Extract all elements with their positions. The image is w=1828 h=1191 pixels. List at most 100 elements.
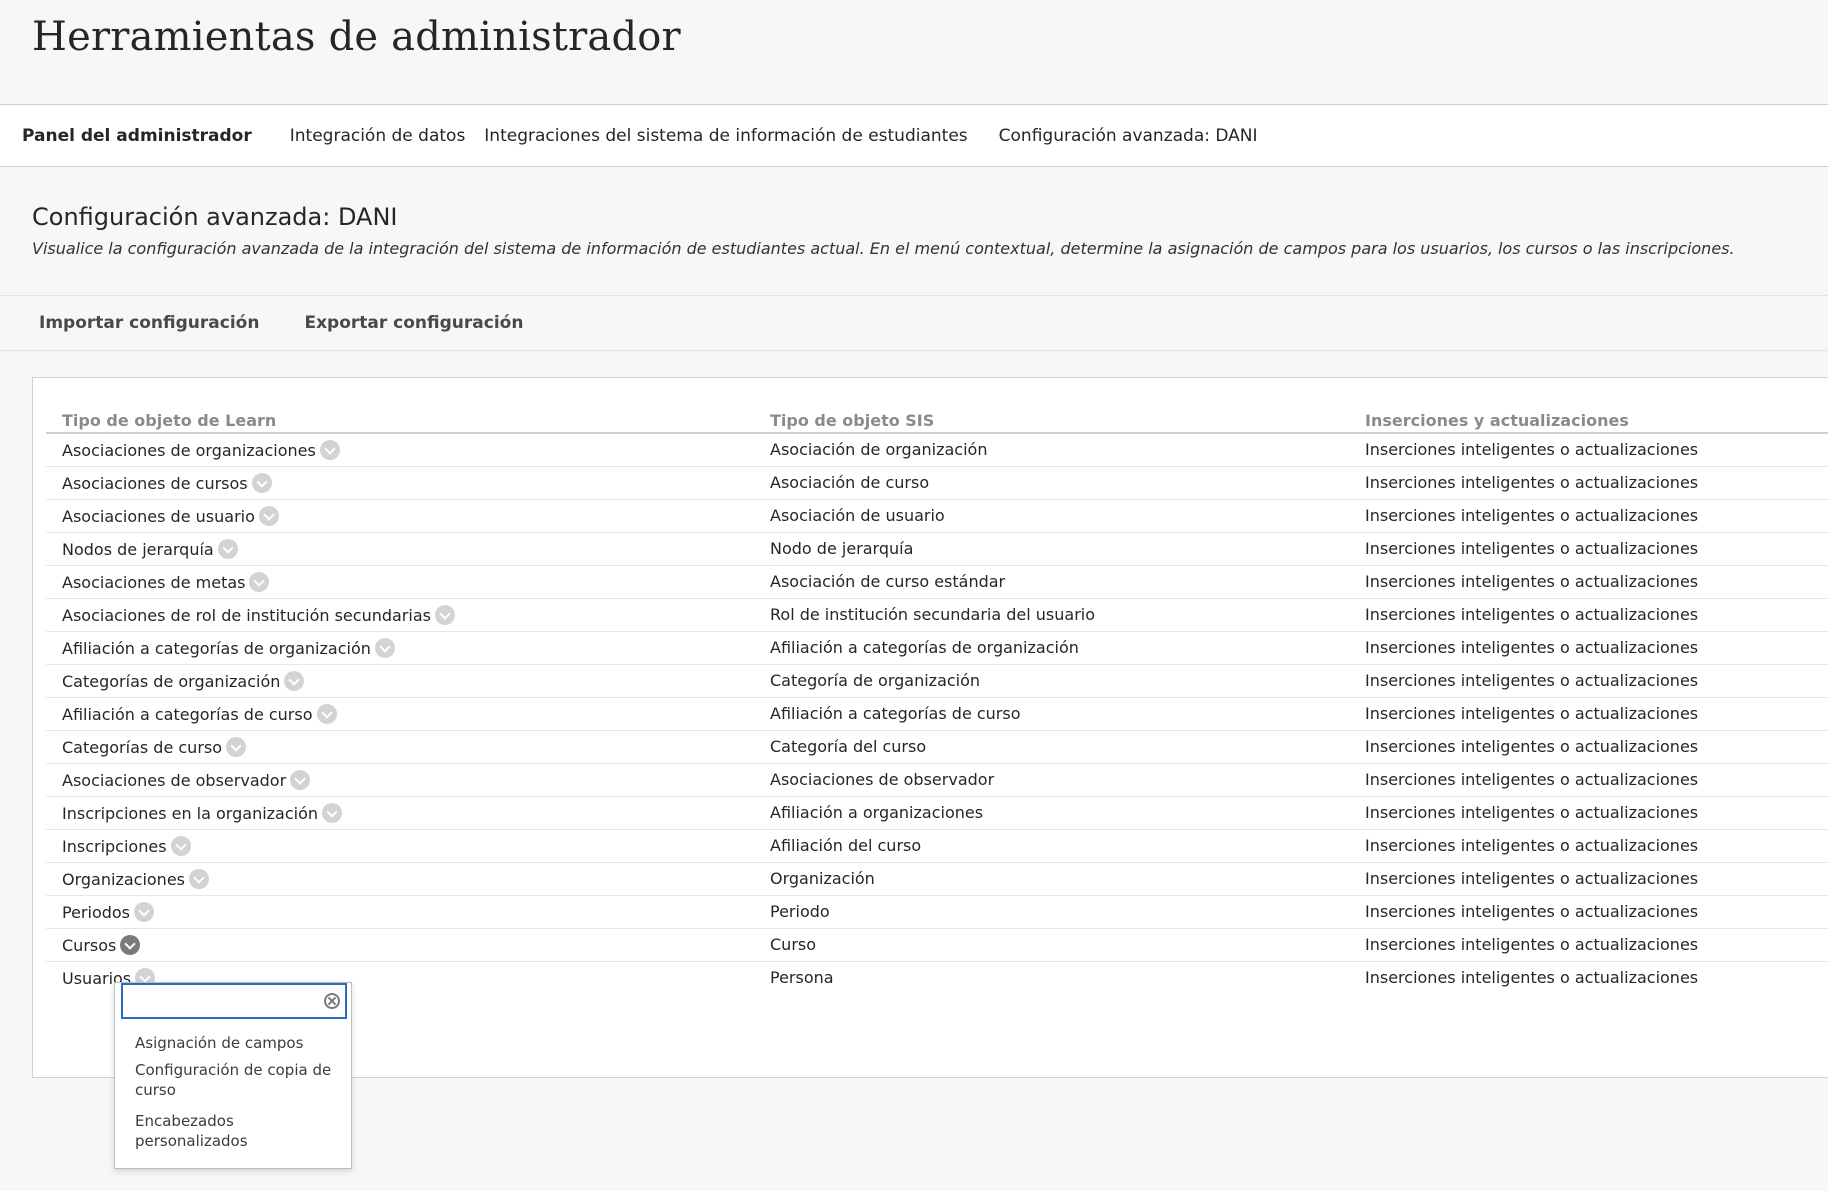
learn-object-label: Categorías de curso bbox=[62, 737, 223, 757]
learn-object-label: Inscripciones bbox=[62, 836, 167, 856]
menu-search-input[interactable] bbox=[123, 985, 313, 1017]
chevron-down-icon[interactable] bbox=[217, 538, 238, 559]
cell-sis-object-type: Asociación de curso estándar bbox=[754, 565, 1349, 599]
learn-object-label: Categorías de organización bbox=[62, 671, 281, 691]
cell-sis-object-type: Afiliación del curso bbox=[754, 829, 1349, 863]
breadcrumb-data-integration[interactable]: Integración de datos bbox=[290, 126, 466, 146]
cell-learn-object-type: Cursos bbox=[46, 928, 754, 962]
context-menu: Asignación de campos Configuración de co… bbox=[114, 982, 352, 1169]
cell-sis-object-type: Rol de institución secundaria del usuari… bbox=[754, 598, 1349, 632]
cell-sis-object-type: Afiliación a categorías de curso bbox=[754, 697, 1349, 731]
cell-sis-object-type: Afiliación a categorías de organización bbox=[754, 631, 1349, 665]
cell-sis-object-type: Categoría de organización bbox=[754, 664, 1349, 698]
header-learn-object-type[interactable]: Tipo de objeto de Learn bbox=[46, 407, 754, 434]
learn-object-label: Asociaciones de metas bbox=[62, 572, 246, 592]
cell-inserts-updates: Inserciones inteligentes o actualizacion… bbox=[1349, 499, 1828, 533]
cell-sis-object-type: Organización bbox=[754, 862, 1349, 896]
learn-object-label: Asociaciones de cursos bbox=[62, 473, 248, 493]
table-row: Nodos de jerarquía Nodo de jerarquía Inser… bbox=[46, 532, 1828, 566]
cell-sis-object-type: Curso bbox=[754, 928, 1349, 962]
object-types-table: Tipo de objeto de Learn Tipo de objeto S… bbox=[46, 407, 1828, 994]
cell-sis-object-type: Asociación de organización bbox=[754, 433, 1349, 467]
cell-sis-object-type: Periodo bbox=[754, 895, 1349, 929]
import-config-button[interactable]: Importar configuración bbox=[39, 313, 259, 333]
table-row: Categorías de organización Categoría de o… bbox=[46, 664, 1828, 698]
menu-item-custom-headers[interactable]: Encabezados personalizados bbox=[135, 1111, 275, 1151]
breadcrumb-sis-integrations[interactable]: Integraciones del sistema de información… bbox=[484, 126, 967, 146]
table-row: Asociaciones de metas Asociación de curso… bbox=[46, 565, 1828, 599]
action-toolbar: Importar configuración Exportar configur… bbox=[0, 296, 1828, 351]
cell-sis-object-type: Categoría del curso bbox=[754, 730, 1349, 764]
chevron-down-icon[interactable] bbox=[434, 604, 455, 625]
cell-inserts-updates: Inserciones inteligentes o actualizacion… bbox=[1349, 862, 1828, 896]
cell-learn-object-type: Periodos bbox=[46, 895, 754, 929]
chevron-down-icon[interactable] bbox=[319, 439, 340, 460]
page-description: Visualice la configuración avanzada de l… bbox=[32, 239, 1735, 258]
table-row: Periodos Periodo Inserciones inteligentes … bbox=[46, 895, 1828, 929]
cell-inserts-updates: Inserciones inteligentes o actualizacion… bbox=[1349, 928, 1828, 962]
breadcrumb-admin-panel[interactable]: Panel del administrador bbox=[22, 126, 252, 146]
cell-inserts-updates: Inserciones inteligentes o actualizacion… bbox=[1365, 968, 1699, 988]
cell-inserts-updates: Inserciones inteligentes o actualizacion… bbox=[1349, 598, 1828, 632]
cell-learn-object-type: Asociaciones de rol de institución secun… bbox=[46, 598, 754, 632]
cell-inserts-updates: Inserciones inteligentes o actualizacion… bbox=[1349, 631, 1828, 665]
table-row: Afiliación a categorías de curso Afiliaci… bbox=[46, 697, 1828, 731]
table-row: Asociaciones de organizaciones Asociación… bbox=[46, 433, 1828, 467]
cell-learn-object-type: Categorías de organización bbox=[46, 664, 754, 698]
chevron-down-icon[interactable] bbox=[284, 670, 305, 691]
object-types-panel: Tipo de objeto de Learn Tipo de objeto S… bbox=[32, 377, 1828, 1078]
export-config-button[interactable]: Exportar configuración bbox=[304, 313, 523, 333]
cell-learn-object-type: Asociaciones de observador bbox=[46, 763, 754, 797]
cell-inserts-updates: Inserciones inteligentes o actualizacion… bbox=[1349, 730, 1828, 764]
clear-icon[interactable] bbox=[324, 993, 340, 1009]
learn-object-label: Asociaciones de usuario bbox=[62, 506, 255, 526]
table-row: Asociaciones de observador Asociaciones d… bbox=[46, 763, 1828, 797]
menu-item-course-copy-settings[interactable]: Configuración de copia de curso bbox=[135, 1060, 335, 1100]
chevron-down-icon[interactable] bbox=[258, 505, 279, 526]
breadcrumb-advanced-config: Configuración avanzada: DANI bbox=[998, 125, 1258, 146]
cell-learn-object-type: Inscripciones en la organización bbox=[46, 796, 754, 830]
cell-inserts-updates: Inserciones inteligentes o actualizacion… bbox=[1349, 697, 1828, 731]
cell-learn-object-type: Inscripciones bbox=[46, 829, 754, 863]
table-row: Asociaciones de usuario Asociación de usu… bbox=[46, 499, 1828, 533]
chevron-down-icon[interactable] bbox=[170, 835, 191, 856]
chevron-down-icon[interactable] bbox=[226, 736, 247, 757]
table-row: Inscripciones en la organización Afiliaci… bbox=[46, 796, 1828, 830]
table-header-row: Tipo de objeto de Learn Tipo de objeto S… bbox=[46, 407, 1828, 434]
chevron-down-icon[interactable] bbox=[316, 703, 337, 724]
chevron-down-icon[interactable] bbox=[189, 868, 209, 889]
breadcrumb: Panel del administrador Integración de d… bbox=[0, 104, 1828, 167]
chevron-down-icon[interactable] bbox=[322, 802, 343, 823]
header-sis-object-type[interactable]: Tipo de objeto SIS bbox=[754, 407, 1349, 434]
table-body: Asociaciones de organizaciones Asociación… bbox=[46, 433, 1828, 994]
chevron-down-icon[interactable] bbox=[290, 769, 311, 790]
learn-object-label: Asociaciones de rol de institución secun… bbox=[62, 605, 431, 625]
cell-inserts-updates: Inserciones inteligentes o actualizacion… bbox=[1349, 829, 1828, 863]
table-row: Afiliación a categorías de organización A… bbox=[46, 631, 1828, 665]
app-header: Herramientas de administrador bbox=[0, 0, 1828, 104]
cell-learn-object-type: Afiliación a categorías de organización bbox=[46, 631, 754, 665]
cell-sis-object-type: Asociación de usuario bbox=[754, 499, 1349, 533]
cell-sis-object-type: Persona bbox=[770, 968, 834, 988]
menu-item-field-mapping[interactable]: Asignación de campos bbox=[135, 1033, 335, 1053]
learn-object-label: Organizaciones bbox=[62, 869, 185, 889]
table-row: Asociaciones de cursos Asociación de curs… bbox=[46, 466, 1828, 500]
cell-learn-object-type: Asociaciones de cursos bbox=[46, 466, 754, 500]
cell-learn-object-type: Organizaciones bbox=[46, 862, 754, 896]
learn-object-label: Nodos de jerarquía bbox=[62, 539, 214, 559]
table-row: Categorías de curso Categoría del curso In… bbox=[46, 730, 1828, 764]
cell-sis-object-type: Nodo de jerarquía bbox=[754, 532, 1349, 566]
learn-object-label: Periodos bbox=[62, 902, 131, 922]
chevron-down-icon[interactable] bbox=[251, 472, 272, 493]
chevron-down-icon[interactable] bbox=[134, 901, 155, 922]
cell-sis-object-type: Afiliación a organizaciones bbox=[754, 796, 1349, 830]
chevron-down-icon[interactable] bbox=[249, 571, 270, 592]
header-inserts-updates[interactable]: Inserciones y actualizaciones bbox=[1349, 407, 1828, 434]
cell-inserts-updates: Inserciones inteligentes o actualizacion… bbox=[1349, 532, 1828, 566]
learn-object-label: Afiliación a categorías de curso bbox=[62, 704, 313, 724]
cell-learn-object-type: Asociaciones de organizaciones bbox=[46, 433, 754, 467]
cell-sis-object-type: Asociación de curso bbox=[754, 466, 1349, 500]
chevron-down-icon[interactable] bbox=[374, 637, 395, 658]
cell-inserts-updates: Inserciones inteligentes o actualizacion… bbox=[1349, 466, 1828, 500]
chevron-down-icon[interactable] bbox=[120, 934, 141, 955]
